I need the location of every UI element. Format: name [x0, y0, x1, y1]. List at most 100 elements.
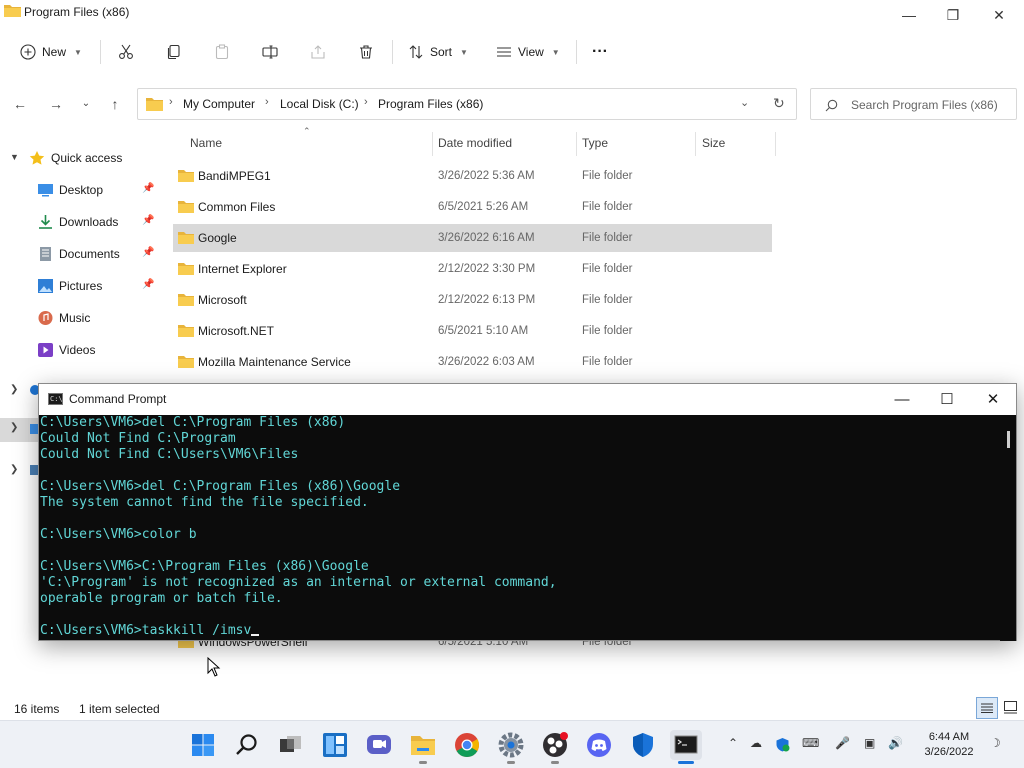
- rename-button[interactable]: [262, 39, 278, 65]
- keyboard-icon[interactable]: ⌨: [802, 736, 819, 750]
- column-header-size[interactable]: Size: [702, 136, 725, 154]
- sidebar-item-documents[interactable]: Documents 📌: [0, 240, 160, 268]
- sort-button[interactable]: Sort ▼: [408, 39, 468, 65]
- volume-icon[interactable]: 🔊: [888, 736, 903, 750]
- recent-locations-button[interactable]: ⌄: [75, 93, 97, 115]
- chevron-right-icon[interactable]: ❯: [10, 464, 18, 475]
- tray-overflow-icon[interactable]: ⌃: [728, 736, 738, 750]
- sidebar-item-videos[interactable]: Videos: [0, 336, 160, 364]
- breadcrumb-my-computer[interactable]: My Computer: [183, 97, 255, 111]
- file-type: File folder: [582, 294, 633, 306]
- minimize-button[interactable]: —: [886, 3, 932, 27]
- up-button[interactable]: ↑: [104, 93, 126, 115]
- new-button[interactable]: New ▼: [20, 39, 82, 65]
- sidebar-item-downloads[interactable]: Downloads 📌: [0, 208, 160, 236]
- discord-button[interactable]: [584, 730, 614, 760]
- file-type: File folder: [582, 232, 633, 244]
- defender-button[interactable]: [628, 730, 658, 760]
- chevron-right-icon[interactable]: ❯: [10, 384, 18, 395]
- breadcrumb-program-files[interactable]: Program Files (x86): [378, 97, 483, 111]
- file-row[interactable]: Microsoft.NET 6/5/2021 5:10 AM File folder: [173, 317, 772, 345]
- file-row[interactable]: Google 3/26/2022 6:16 AM File folder: [173, 224, 772, 252]
- file-row[interactable]: Mozilla Maintenance Service 3/26/2022 6:0…: [173, 348, 772, 376]
- command-prompt-window[interactable]: C:\ Command Prompt — ☐ ✕ C:\Users\VM6>de…: [38, 383, 1017, 641]
- taskbar-search-button[interactable]: [232, 730, 262, 760]
- address-bar[interactable]: › My Computer › Local Disk (C:) › Progra…: [137, 88, 797, 120]
- selection-count: 1 item selected: [79, 702, 160, 716]
- terminal-button[interactable]: [670, 730, 702, 764]
- sidebar-item-desktop[interactable]: Desktop 📌: [0, 176, 160, 204]
- cut-button[interactable]: [118, 39, 134, 65]
- microphone-icon[interactable]: 🎤: [835, 736, 850, 750]
- column-divider[interactable]: [576, 132, 577, 156]
- command-bar: New ▼ Sort ▼ View ▼ ···: [0, 30, 1024, 74]
- cmd-titlebar[interactable]: C:\ Command Prompt — ☐ ✕: [39, 384, 1016, 415]
- file-explorer-icon: [411, 736, 435, 755]
- tray-app-icon[interactable]: ☁: [750, 736, 762, 750]
- clock-time: 6:44 AM: [928, 731, 970, 743]
- system-clock[interactable]: 6:44 AM 3/26/2022: [918, 730, 980, 760]
- defender-icon: [633, 733, 653, 757]
- copy-icon: [167, 44, 180, 60]
- sidebar-item-pictures[interactable]: Pictures 📌: [0, 272, 160, 300]
- tray-security-icon[interactable]: [775, 737, 790, 752]
- details-view-button[interactable]: [976, 697, 998, 719]
- refresh-icon[interactable]: ↻: [773, 95, 785, 112]
- breadcrumb-local-disk[interactable]: Local Disk (C:): [280, 97, 359, 111]
- file-explorer-button[interactable]: [408, 730, 438, 764]
- cmd-close-button[interactable]: ✕: [971, 387, 1015, 413]
- chevron-down-icon[interactable]: ▼: [10, 152, 19, 162]
- file-row[interactable]: Common Files 6/5/2021 5:26 AM File folder: [173, 193, 772, 221]
- cmd-scrollbar[interactable]: [1000, 415, 1016, 641]
- forward-button[interactable]: →: [45, 93, 67, 115]
- chrome-button[interactable]: [452, 730, 482, 760]
- obs-button[interactable]: [540, 730, 570, 764]
- task-view-button[interactable]: [275, 730, 305, 760]
- network-icon[interactable]: ▣: [864, 736, 875, 750]
- sort-icon: [409, 45, 423, 59]
- file-row[interactable]: Internet Explorer 2/12/2022 3:30 PM File f…: [173, 255, 772, 283]
- close-button[interactable]: ✕: [976, 3, 1022, 27]
- column-divider[interactable]: [432, 132, 433, 156]
- file-row[interactable]: Microsoft 2/12/2022 6:13 PM File folder: [173, 286, 772, 314]
- folder-icon: [178, 201, 194, 213]
- cmd-minimize-button[interactable]: —: [880, 387, 924, 413]
- chrome-icon: [455, 733, 479, 757]
- chat-button[interactable]: [364, 730, 394, 760]
- windows-start-button[interactable]: [188, 730, 218, 760]
- restore-button[interactable]: ❐: [930, 3, 976, 27]
- plus-circle-icon: [20, 44, 36, 60]
- column-divider[interactable]: [695, 132, 696, 156]
- paste-button[interactable]: [214, 39, 230, 65]
- search-box[interactable]: Search Program Files (x86): [810, 88, 1017, 120]
- sidebar-label: Documents: [59, 247, 120, 261]
- column-header-date[interactable]: Date modified: [438, 136, 512, 154]
- more-options-button[interactable]: ···: [592, 39, 608, 65]
- widgets-button[interactable]: [320, 730, 350, 760]
- copy-button[interactable]: [166, 39, 182, 65]
- view-button[interactable]: View ▼: [496, 39, 560, 65]
- delete-button[interactable]: [358, 39, 374, 65]
- cmd-maximize-button[interactable]: ☐: [925, 387, 969, 413]
- sidebar-item-music[interactable]: Music: [0, 304, 160, 332]
- sidebar-item-this-pc[interactable]: ❯: [0, 418, 40, 442]
- tiles-view-button[interactable]: [1001, 697, 1023, 719]
- chevron-right-icon[interactable]: ❯: [10, 422, 18, 433]
- column-divider[interactable]: [775, 132, 776, 156]
- column-header-type[interactable]: Type: [582, 136, 608, 154]
- sidebar-item-quick-access[interactable]: ▼ Quick access: [0, 144, 160, 172]
- file-row[interactable]: BandiMPEG1 3/26/2022 5:36 AM File folder: [173, 162, 772, 190]
- share-button[interactable]: [310, 39, 326, 65]
- sidebar-label: Music: [59, 311, 91, 325]
- cmd-console-output[interactable]: C:\Users\VM6>del C:\Program Files (x86) C…: [39, 415, 999, 641]
- back-button[interactable]: ←: [9, 93, 31, 115]
- notifications-icon[interactable]: ☽: [990, 736, 1001, 750]
- settings-button[interactable]: [496, 730, 526, 764]
- file-date: 2/12/2022 3:30 PM: [438, 263, 536, 275]
- address-dropdown-icon[interactable]: ⌄: [740, 96, 749, 109]
- view-label: View: [518, 45, 544, 59]
- cmd-scroll-thumb[interactable]: [1007, 431, 1010, 448]
- column-header-name[interactable]: Name: [190, 136, 222, 154]
- trash-icon: [360, 45, 372, 59]
- taskbar: ⌃ ☁ ⌨ 🎤 ▣ 🔊 6:44 AM 3/26/2022 ☽: [0, 720, 1024, 768]
